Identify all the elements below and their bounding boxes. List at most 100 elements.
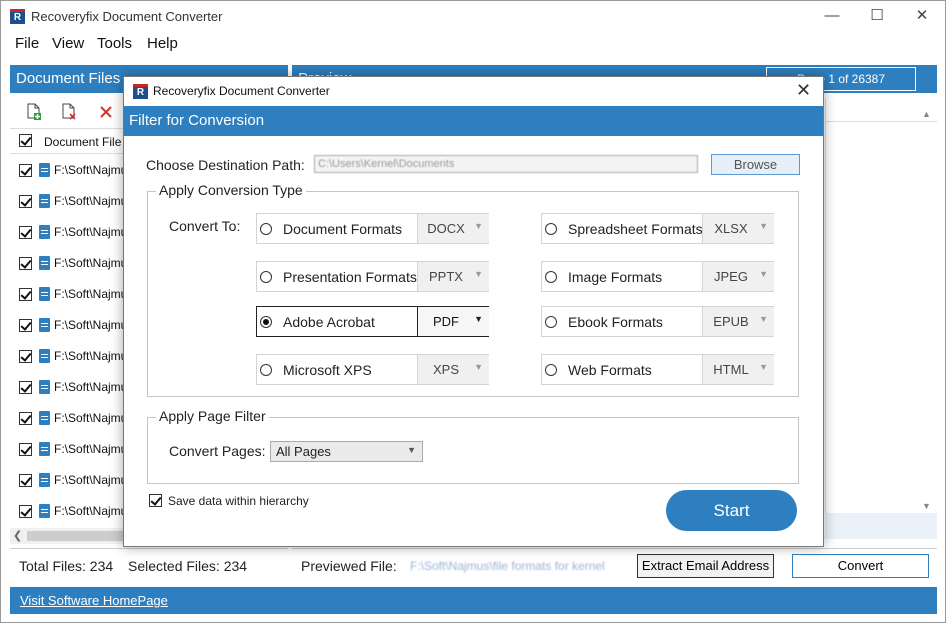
- filter-dialog: R Recoveryfix Document Converter ✕ Filte…: [123, 76, 824, 547]
- format-option-image-formats[interactable]: Image Formats JPEG ▼: [541, 261, 774, 292]
- format-select[interactable]: PPTX ▼: [417, 262, 489, 291]
- format-value: PPTX: [429, 269, 463, 284]
- dialog-banner: Filter for Conversion: [124, 106, 823, 136]
- format-radio[interactable]: [545, 364, 557, 376]
- destination-label: Choose Destination Path:: [146, 157, 305, 173]
- dialog-title-bar: R Recoveryfix Document Converter ✕: [124, 77, 823, 106]
- delete-all-icon[interactable]: [98, 103, 114, 121]
- file-path: F:\Soft\Najmu: [54, 349, 124, 363]
- format-select[interactable]: HTML ▼: [702, 355, 774, 384]
- dialog-logo-icon: R: [133, 84, 148, 99]
- format-select[interactable]: XLSX ▼: [702, 214, 774, 243]
- format-option-web-formats[interactable]: Web Formats HTML ▼: [541, 354, 774, 385]
- format-radio[interactable]: [545, 316, 557, 328]
- menu-view[interactable]: View: [52, 35, 84, 52]
- format-select[interactable]: PDF ▼: [417, 307, 489, 336]
- format-radio[interactable]: [260, 316, 272, 328]
- format-label: Adobe Acrobat: [283, 314, 375, 330]
- document-icon: [39, 504, 50, 518]
- close-button[interactable]: ✕: [902, 5, 942, 29]
- select-all-checkbox[interactable]: [19, 134, 32, 147]
- scroll-down-icon[interactable]: ▼: [918, 501, 935, 511]
- convert-pages-select[interactable]: All Pages ▼: [270, 441, 423, 462]
- format-option-presentation-formats[interactable]: Presentation Formats PPTX ▼: [256, 261, 489, 292]
- row-checkbox[interactable]: [19, 319, 32, 332]
- file-path: F:\Soft\Najmu: [54, 256, 124, 270]
- minimize-button[interactable]: —: [812, 5, 852, 29]
- format-radio[interactable]: [545, 271, 557, 283]
- document-icon: [39, 380, 50, 394]
- homepage-link[interactable]: Visit Software HomePage: [20, 593, 168, 608]
- format-radio[interactable]: [260, 223, 272, 235]
- scroll-thumb[interactable]: [27, 531, 124, 541]
- format-select[interactable]: EPUB ▼: [702, 307, 774, 336]
- format-option-document-formats[interactable]: Document Formats DOCX ▼: [256, 213, 489, 244]
- vertical-scrollbar[interactable]: ▲ ▼: [918, 109, 935, 511]
- extract-email-button[interactable]: Extract Email Address: [637, 554, 774, 578]
- file-path: F:\Soft\Najmu: [54, 163, 124, 177]
- format-value: JPEG: [714, 269, 748, 284]
- start-button[interactable]: Start: [666, 490, 797, 531]
- scroll-left-icon[interactable]: ❮: [13, 529, 22, 542]
- row-checkbox[interactable]: [19, 350, 32, 363]
- column-document-file[interactable]: Document File: [44, 135, 121, 149]
- format-value: EPUB: [713, 314, 749, 329]
- format-label: Ebook Formats: [568, 314, 663, 330]
- maximize-button[interactable]: ☐: [857, 5, 897, 29]
- format-label: Web Formats: [568, 362, 652, 378]
- save-hierarchy-checkbox[interactable]: [149, 494, 162, 507]
- table-row[interactable]: F:\Soft\Najmu: [10, 403, 124, 434]
- format-radio[interactable]: [260, 364, 272, 376]
- format-option-spreadsheet-formats[interactable]: Spreadsheet Formats XLSX ▼: [541, 213, 774, 244]
- table-row[interactable]: F:\Soft\Najmu: [10, 279, 124, 310]
- menu-bar: File View Tools Help: [1, 32, 945, 57]
- horizontal-scrollbar[interactable]: ❮: [10, 528, 124, 544]
- row-checkbox[interactable]: [19, 257, 32, 270]
- dialog-close-icon[interactable]: ✕: [796, 80, 811, 101]
- menu-tools[interactable]: Tools: [97, 35, 132, 52]
- format-option-microsoft-xps[interactable]: Microsoft XPS XPS ▼: [256, 354, 489, 385]
- row-checkbox[interactable]: [19, 226, 32, 239]
- row-checkbox[interactable]: [19, 412, 32, 425]
- table-row[interactable]: F:\Soft\Najmu: [10, 310, 124, 341]
- table-row[interactable]: F:\Soft\Najmu: [10, 217, 124, 248]
- total-files: Total Files: 234: [19, 558, 114, 574]
- format-select[interactable]: DOCX ▼: [417, 214, 489, 243]
- menu-file[interactable]: File: [15, 35, 39, 52]
- chevron-down-icon: ▼: [759, 314, 768, 324]
- convert-button[interactable]: Convert: [792, 554, 929, 578]
- previewed-file-value: F:\Soft\Najmus\file formats for kernel: [410, 559, 605, 573]
- browse-button[interactable]: Browse: [711, 154, 800, 175]
- document-icon: [39, 411, 50, 425]
- remove-file-icon[interactable]: [61, 103, 77, 121]
- file-path: F:\Soft\Najmu: [54, 504, 124, 518]
- table-row[interactable]: F:\Soft\Najmu: [10, 372, 124, 403]
- table-row[interactable]: F:\Soft\Najmu: [10, 186, 124, 217]
- file-path: F:\Soft\Najmu: [54, 473, 124, 487]
- scroll-up-icon[interactable]: ▲: [918, 109, 935, 119]
- table-row[interactable]: F:\Soft\Najmu: [10, 465, 124, 496]
- row-checkbox[interactable]: [19, 443, 32, 456]
- table-row[interactable]: F:\Soft\Najmu: [10, 434, 124, 465]
- table-row[interactable]: F:\Soft\Najmu: [10, 496, 124, 527]
- format-option-adobe-acrobat[interactable]: Adobe Acrobat PDF ▼: [256, 306, 489, 337]
- table-row[interactable]: F:\Soft\Najmu: [10, 155, 124, 186]
- row-checkbox[interactable]: [19, 164, 32, 177]
- destination-path-input[interactable]: C:\Users\Kernel\Documents: [314, 155, 698, 173]
- table-row[interactable]: F:\Soft\Najmu: [10, 341, 124, 372]
- format-radio[interactable]: [545, 223, 557, 235]
- format-select[interactable]: JPEG ▼: [702, 262, 774, 291]
- format-radio[interactable]: [260, 271, 272, 283]
- row-checkbox[interactable]: [19, 195, 32, 208]
- table-row[interactable]: F:\Soft\Najmu: [10, 248, 124, 279]
- format-option-ebook-formats[interactable]: Ebook Formats EPUB ▼: [541, 306, 774, 337]
- row-checkbox[interactable]: [19, 288, 32, 301]
- save-hierarchy-label: Save data within hierarchy: [168, 494, 309, 508]
- add-file-icon[interactable]: [26, 103, 42, 121]
- format-select[interactable]: XPS ▼: [417, 355, 489, 384]
- row-checkbox[interactable]: [19, 381, 32, 394]
- row-checkbox[interactable]: [19, 505, 32, 518]
- row-checkbox[interactable]: [19, 474, 32, 487]
- menu-help[interactable]: Help: [147, 35, 178, 52]
- previewed-file-label: Previewed File:: [301, 558, 397, 574]
